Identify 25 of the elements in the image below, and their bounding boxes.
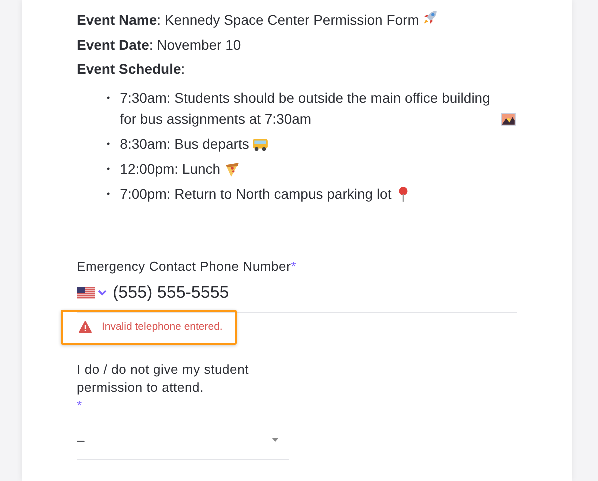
bullet: •: [107, 92, 110, 104]
bullet: •: [107, 162, 110, 176]
field-label: I do / do not give my student permission to attend.: [77, 360, 250, 396]
schedule-item: 12:00pm: Lunch: [120, 160, 221, 179]
bullet: •: [107, 188, 110, 200]
chevron-icon[interactable]: [98, 290, 107, 296]
permission-select[interactable]: –: [77, 420, 289, 460]
schedule-item: 7:30am: Students should be outside the main office building for bus assignments at 7:30am: [120, 88, 492, 129]
pizza-icon: [224, 160, 241, 178]
schedule-item: 7:00pm: Return to North campus parking lot: [120, 184, 392, 204]
phone-field[interactable]: (555) 555-5555: [77, 274, 517, 312]
rocket-icon: [422, 9, 440, 26]
field-label: Emergency Contact Phone Number: [77, 258, 292, 274]
event-detail: Event Name: Kennedy Space Center Permission Form: [77, 8, 517, 32]
required-mark: *: [291, 258, 297, 274]
bullet: •: [107, 138, 110, 150]
error-message: Invalid telephone entered.: [61, 310, 237, 344]
event-detail: Event Date: November 10: [77, 36, 242, 54]
sunrise-icon: [500, 110, 517, 128]
warning-icon: [79, 320, 92, 332]
caret-icon: [272, 438, 279, 442]
required-mark: *: [77, 398, 82, 412]
schedule-item: 8:30am: Bus departs: [120, 134, 250, 154]
event-detail: Event Schedule:: [77, 60, 186, 79]
flag-icon: [77, 286, 95, 298]
